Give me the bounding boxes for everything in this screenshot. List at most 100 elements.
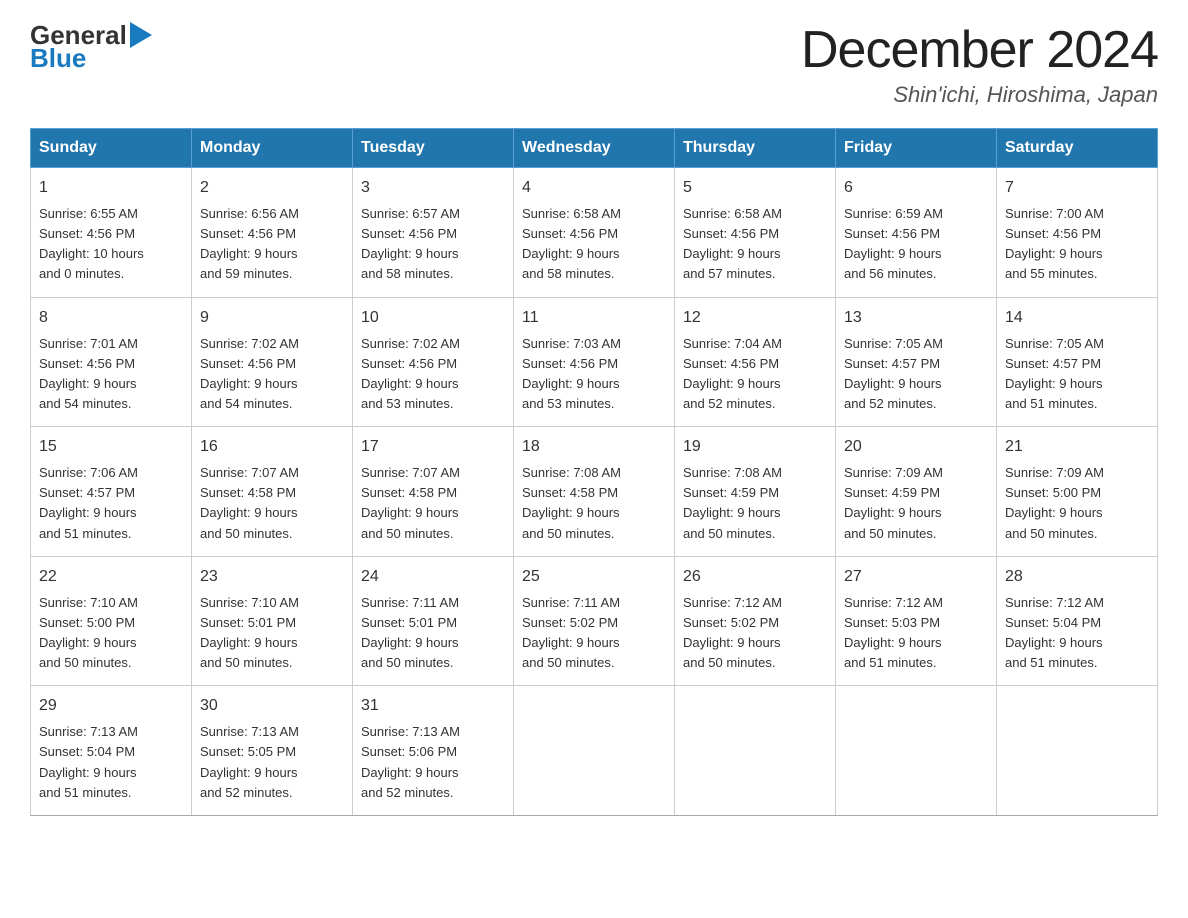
sunset-line: Sunset: 4:58 PM (200, 483, 344, 503)
day-number: 14 (1005, 306, 1149, 330)
daylight-line2: and 50 minutes. (683, 653, 827, 673)
sunrise-line: Sunrise: 7:09 AM (1005, 463, 1149, 483)
daylight-line2: and 50 minutes. (844, 524, 988, 544)
daylight-line1: Daylight: 9 hours (1005, 244, 1149, 264)
daylight-line2: and 50 minutes. (39, 653, 183, 673)
col-wednesday: Wednesday (514, 129, 675, 168)
daylight-line1: Daylight: 9 hours (522, 503, 666, 523)
calendar-table: Sunday Monday Tuesday Wednesday Thursday… (30, 128, 1158, 816)
sunset-line: Sunset: 5:00 PM (1005, 483, 1149, 503)
sunset-line: Sunset: 5:05 PM (200, 742, 344, 762)
day-info: Sunrise: 7:08 AMSunset: 4:59 PMDaylight:… (683, 463, 827, 544)
day-number: 12 (683, 306, 827, 330)
daylight-line2: and 53 minutes. (522, 394, 666, 414)
day-info: Sunrise: 7:11 AMSunset: 5:01 PMDaylight:… (361, 593, 505, 674)
daylight-line1: Daylight: 9 hours (683, 244, 827, 264)
table-row: 29Sunrise: 7:13 AMSunset: 5:04 PMDayligh… (31, 686, 192, 816)
daylight-line2: and 50 minutes. (361, 653, 505, 673)
daylight-line2: and 57 minutes. (683, 264, 827, 284)
day-info: Sunrise: 7:02 AMSunset: 4:56 PMDaylight:… (361, 334, 505, 415)
daylight-line2: and 50 minutes. (361, 524, 505, 544)
daylight-line2: and 50 minutes. (522, 653, 666, 673)
sunset-line: Sunset: 4:56 PM (522, 354, 666, 374)
daylight-line1: Daylight: 9 hours (39, 374, 183, 394)
sunset-line: Sunset: 4:56 PM (39, 224, 183, 244)
day-info: Sunrise: 6:58 AMSunset: 4:56 PMDaylight:… (683, 204, 827, 285)
daylight-line2: and 52 minutes. (683, 394, 827, 414)
table-row: 10 Sunrise: 7:02 AMSunset: 4:56 PMDayligh… (353, 297, 514, 427)
title-block: December 2024 Shin'ichi, Hiroshima, Japa… (801, 20, 1158, 108)
sunset-line: Sunset: 4:56 PM (200, 224, 344, 244)
table-row: 9Sunrise: 7:02 AMSunset: 4:56 PMDaylight… (192, 297, 353, 427)
daylight-line1: Daylight: 9 hours (522, 633, 666, 653)
table-row: 1Sunrise: 6:55 AMSunset: 4:56 PMDaylight… (31, 168, 192, 298)
sunset-line: Sunset: 5:04 PM (39, 742, 183, 762)
sunrise-line: Sunrise: 7:10 AM (200, 593, 344, 613)
day-info: Sunrise: 7:00 AMSunset: 4:56 PMDaylight:… (1005, 204, 1149, 285)
day-info: Sunrise: 7:12 AMSunset: 5:04 PMDaylight:… (1005, 593, 1149, 674)
daylight-line1: Daylight: 9 hours (1005, 374, 1149, 394)
day-info: Sunrise: 7:13 AMSunset: 5:05 PMDaylight:… (200, 722, 344, 803)
logo-blue-text: Blue (30, 43, 86, 74)
calendar-header-row: Sunday Monday Tuesday Wednesday Thursday… (31, 129, 1158, 168)
daylight-line1: Daylight: 9 hours (39, 633, 183, 653)
daylight-line2: and 51 minutes. (1005, 653, 1149, 673)
daylight-line2: and 58 minutes. (522, 264, 666, 284)
daylight-line1: Daylight: 9 hours (200, 244, 344, 264)
daylight-line1: Daylight: 9 hours (39, 763, 183, 783)
day-number: 2 (200, 176, 344, 200)
sunset-line: Sunset: 4:56 PM (844, 224, 988, 244)
daylight-line2: and 50 minutes. (200, 653, 344, 673)
day-info: Sunrise: 6:56 AMSunset: 4:56 PMDaylight:… (200, 204, 344, 285)
sunrise-line: Sunrise: 6:56 AM (200, 204, 344, 224)
table-row: 15Sunrise: 7:06 AMSunset: 4:57 PMDayligh… (31, 427, 192, 557)
day-number: 25 (522, 565, 666, 589)
sunrise-line: Sunrise: 7:07 AM (361, 463, 505, 483)
daylight-line2: and 50 minutes. (522, 524, 666, 544)
daylight-line2: and 50 minutes. (1005, 524, 1149, 544)
day-number: 30 (200, 694, 344, 718)
table-row: 12 Sunrise: 7:04 AMSunset: 4:56 PMDayligh… (675, 297, 836, 427)
day-info: Sunrise: 7:07 AMSunset: 4:58 PMDaylight:… (361, 463, 505, 544)
day-info: Sunrise: 7:07 AMSunset: 4:58 PMDaylight:… (200, 463, 344, 544)
table-row: 8Sunrise: 7:01 AMSunset: 4:56 PMDaylight… (31, 297, 192, 427)
daylight-line2: and 53 minutes. (361, 394, 505, 414)
day-number: 23 (200, 565, 344, 589)
day-info: Sunrise: 6:55 AMSunset: 4:56 PMDaylight:… (39, 204, 183, 285)
sunset-line: Sunset: 4:57 PM (1005, 354, 1149, 374)
table-row: 22Sunrise: 7:10 AMSunset: 5:00 PMDayligh… (31, 556, 192, 686)
table-row: 25Sunrise: 7:11 AMSunset: 5:02 PMDayligh… (514, 556, 675, 686)
daylight-line1: Daylight: 9 hours (361, 244, 505, 264)
daylight-line2: and 56 minutes. (844, 264, 988, 284)
calendar-week-row: 15Sunrise: 7:06 AMSunset: 4:57 PMDayligh… (31, 427, 1158, 557)
daylight-line1: Daylight: 9 hours (361, 763, 505, 783)
daylight-line2: and 55 minutes. (1005, 264, 1149, 284)
day-number: 10 (361, 306, 505, 330)
day-info: Sunrise: 7:04 AMSunset: 4:56 PMDaylight:… (683, 334, 827, 415)
col-friday: Friday (836, 129, 997, 168)
daylight-line2: and 50 minutes. (683, 524, 827, 544)
day-number: 15 (39, 435, 183, 459)
sunrise-line: Sunrise: 7:02 AM (200, 334, 344, 354)
sunset-line: Sunset: 4:56 PM (683, 354, 827, 374)
day-number: 28 (1005, 565, 1149, 589)
sunset-line: Sunset: 4:56 PM (361, 354, 505, 374)
sunset-line: Sunset: 4:56 PM (361, 224, 505, 244)
table-row (514, 686, 675, 816)
day-info: Sunrise: 7:10 AMSunset: 5:00 PMDaylight:… (39, 593, 183, 674)
col-tuesday: Tuesday (353, 129, 514, 168)
col-monday: Monday (192, 129, 353, 168)
col-saturday: Saturday (997, 129, 1158, 168)
table-row: 6Sunrise: 6:59 AMSunset: 4:56 PMDaylight… (836, 168, 997, 298)
daylight-line2: and 58 minutes. (361, 264, 505, 284)
table-row (836, 686, 997, 816)
location-title: Shin'ichi, Hiroshima, Japan (801, 82, 1158, 108)
sunrise-line: Sunrise: 7:08 AM (522, 463, 666, 483)
table-row: 20Sunrise: 7:09 AMSunset: 4:59 PMDayligh… (836, 427, 997, 557)
sunset-line: Sunset: 4:56 PM (200, 354, 344, 374)
daylight-line1: Daylight: 9 hours (844, 374, 988, 394)
logo: General Blue (30, 20, 152, 74)
day-number: 5 (683, 176, 827, 200)
table-row: 28 Sunrise: 7:12 AMSunset: 5:04 PMDayligh… (997, 556, 1158, 686)
col-sunday: Sunday (31, 129, 192, 168)
